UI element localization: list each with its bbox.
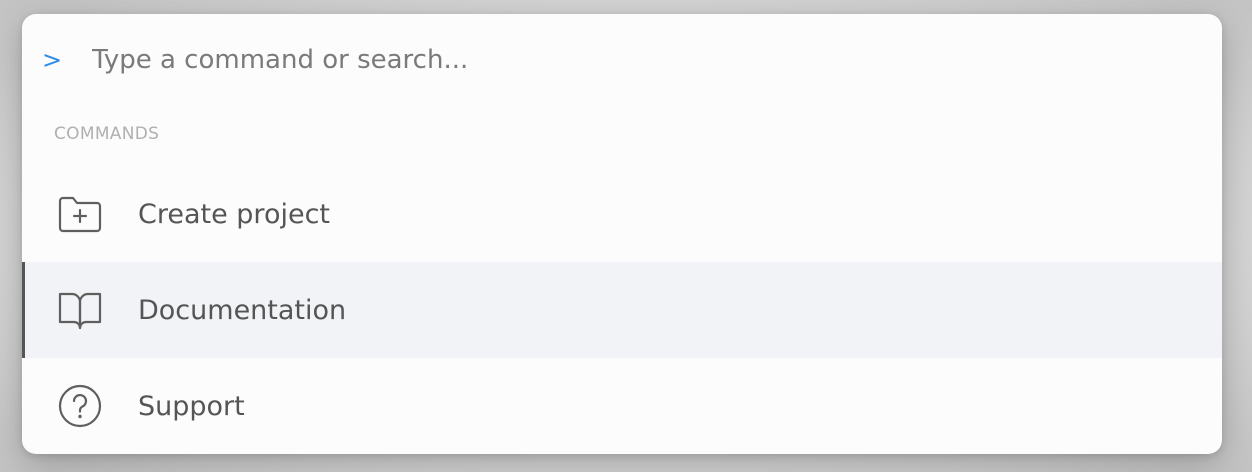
command-item-create-project[interactable]: Create project <box>22 166 1222 262</box>
command-item-label: Create project <box>138 198 331 230</box>
command-search-input[interactable] <box>92 38 1192 82</box>
command-item-label: Documentation <box>138 294 347 326</box>
folder-plus-icon <box>58 192 102 236</box>
command-item-label: Support <box>138 390 245 422</box>
commands-section-header: COMMANDS <box>54 124 160 144</box>
help-circle-icon <box>58 384 102 428</box>
command-item-documentation[interactable]: Documentation <box>22 262 1222 358</box>
command-palette: > COMMANDS Create project Documentation <box>22 14 1222 454</box>
book-open-icon <box>58 288 102 332</box>
search-row: > <box>22 14 1222 104</box>
command-item-support[interactable]: Support <box>22 358 1222 454</box>
prompt-chevron-icon: > <box>42 46 63 74</box>
